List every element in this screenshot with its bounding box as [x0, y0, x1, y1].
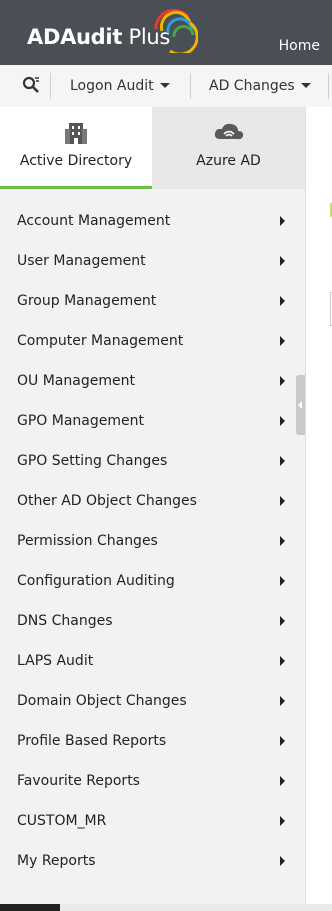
logo-arc-icon: [154, 9, 198, 53]
chevron-right-icon: [280, 416, 285, 426]
menu-item-label: Permission Changes: [17, 533, 158, 549]
menu-item-label: Profile Based Reports: [17, 733, 167, 749]
menu-item-custom-mr[interactable]: CUSTOM_MR: [0, 801, 305, 841]
menu-item-account-management[interactable]: Account Management: [0, 201, 305, 241]
menu-item-label: Domain Object Changes: [17, 693, 187, 709]
menu-item-label: Computer Management: [17, 333, 184, 349]
menu-item-gpo-management[interactable]: GPO Management: [0, 401, 305, 441]
menu-item-label: OU Management: [17, 373, 135, 389]
chevron-left-icon: [298, 401, 302, 409]
chevron-right-icon: [280, 856, 285, 866]
report-category-menu: Account Management User Management Group…: [0, 201, 305, 881]
menu-item-label: Favourite Reports: [17, 773, 140, 789]
menu-item-label: Other AD Object Changes: [17, 493, 197, 509]
chevron-right-icon: [280, 696, 285, 706]
menu-item-my-reports[interactable]: My Reports: [0, 841, 305, 881]
menu-item-dns-changes[interactable]: DNS Changes: [0, 601, 305, 641]
logo-text-bold: ADAudit: [27, 25, 123, 49]
chevron-right-icon: [280, 736, 285, 746]
subnav-divider: [190, 73, 191, 99]
menu-item-other-ad-object-changes[interactable]: Other AD Object Changes: [0, 481, 305, 521]
subnav-divider: [50, 73, 51, 99]
tab-azure-ad[interactable]: Azure AD: [152, 107, 305, 189]
horizontal-scrollbar[interactable]: [60, 904, 332, 911]
sub-navigation: Logon Audit AD Changes: [0, 65, 332, 108]
sidebar-collapse-handle[interactable]: [296, 375, 305, 435]
chevron-right-icon: [280, 776, 285, 786]
menu-item-label: GPO Setting Changes: [17, 453, 168, 469]
left-sidebar: Active Directory Azure AD Account Manage…: [0, 107, 306, 904]
menu-item-label: Account Management: [17, 213, 171, 229]
search-icon[interactable]: [22, 76, 40, 94]
menu-item-favourite-reports[interactable]: Favourite Reports: [0, 761, 305, 801]
menu-item-domain-object-changes[interactable]: Domain Object Changes: [0, 681, 305, 721]
menu-item-label: Group Management: [17, 293, 157, 309]
app-header: ADAudit Plus Home: [0, 0, 332, 65]
menu-item-label: GPO Management: [17, 413, 144, 429]
cloud-icon: [214, 123, 243, 140]
chevron-right-icon: [280, 336, 285, 346]
chevron-right-icon: [280, 616, 285, 626]
bottom-bar: [0, 904, 60, 911]
menu-item-ou-management[interactable]: OU Management: [0, 361, 305, 401]
ad-changes-label: AD Changes: [209, 78, 295, 94]
menu-item-gpo-setting-changes[interactable]: GPO Setting Changes: [0, 441, 305, 481]
subnav-divider: [328, 73, 329, 99]
chevron-right-icon: [280, 296, 285, 306]
caret-down-icon: [300, 83, 311, 88]
menu-item-laps-audit[interactable]: LAPS Audit: [0, 641, 305, 681]
building-icon: [65, 123, 87, 144]
app-logo[interactable]: ADAudit Plus: [27, 25, 170, 49]
caret-down-icon: [159, 83, 170, 88]
chevron-right-icon: [280, 496, 285, 506]
menu-item-label: DNS Changes: [17, 613, 113, 629]
menu-item-label: CUSTOM_MR: [17, 813, 107, 829]
chevron-right-icon: [280, 656, 285, 666]
chevron-right-icon: [280, 376, 285, 386]
menu-item-label: Configuration Auditing: [17, 573, 175, 589]
chevron-right-icon: [280, 216, 285, 226]
tab-active-directory-label: Active Directory: [19, 153, 133, 169]
menu-item-label: My Reports: [17, 853, 96, 869]
tab-azure-ad-label: Azure AD: [196, 153, 261, 169]
chevron-right-icon: [280, 536, 285, 546]
menu-item-label: LAPS Audit: [17, 653, 94, 669]
menu-item-permission-changes[interactable]: Permission Changes: [0, 521, 305, 561]
menu-item-configuration-auditing[interactable]: Configuration Auditing: [0, 561, 305, 601]
chevron-right-icon: [280, 456, 285, 466]
menu-item-group-management[interactable]: Group Management: [0, 281, 305, 321]
logon-audit-menu[interactable]: Logon Audit: [70, 78, 170, 94]
main-content-edge: [306, 107, 332, 904]
chevron-right-icon: [280, 816, 285, 826]
directory-tabs: Active Directory Azure AD: [0, 107, 305, 189]
menu-item-user-management[interactable]: User Management: [0, 241, 305, 281]
home-link[interactable]: Home: [279, 38, 320, 54]
tab-active-directory[interactable]: Active Directory: [0, 107, 152, 189]
menu-item-computer-management[interactable]: Computer Management: [0, 321, 305, 361]
chevron-right-icon: [280, 256, 285, 266]
menu-item-label: User Management: [17, 253, 146, 269]
logon-audit-label: Logon Audit: [70, 78, 154, 94]
ad-changes-menu[interactable]: AD Changes: [209, 78, 311, 94]
menu-item-profile-based-reports[interactable]: Profile Based Reports: [0, 721, 305, 761]
chevron-right-icon: [280, 576, 285, 586]
